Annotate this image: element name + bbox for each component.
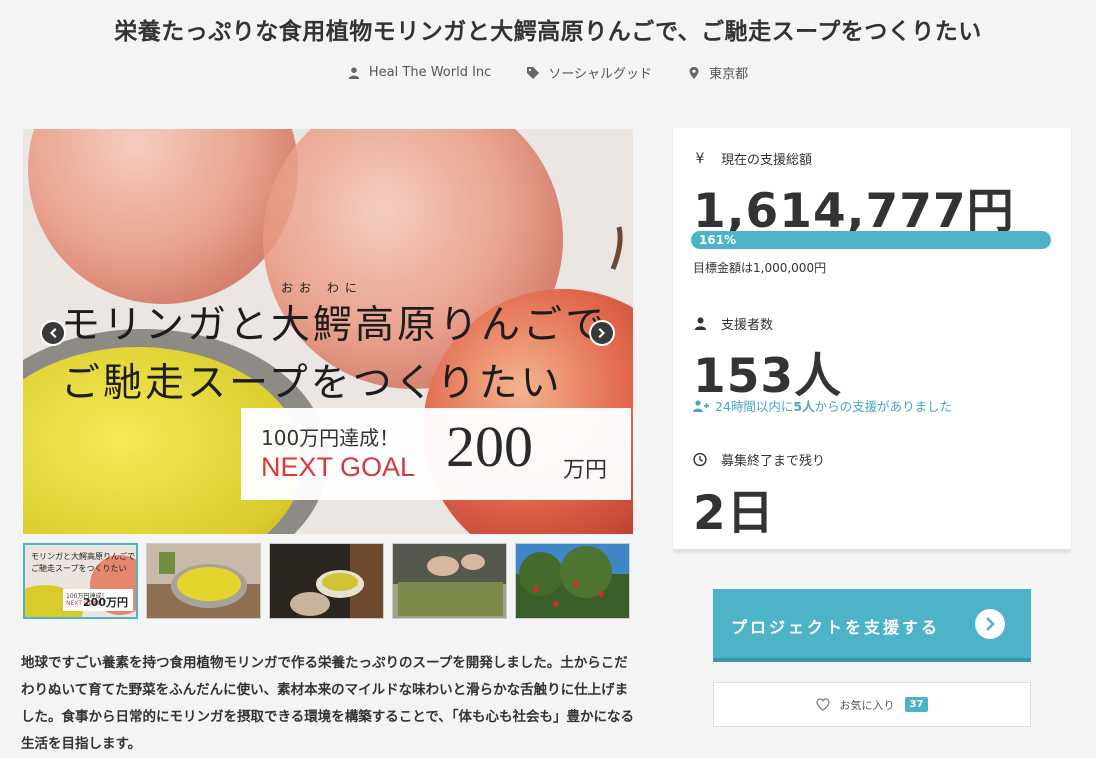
- project-meta: Heal The World Inc ソーシャルグッド 東京都: [0, 63, 1096, 82]
- total-label-row: ¥ 現在の支援総額: [693, 149, 813, 169]
- location-meta[interactable]: 東京都: [688, 63, 748, 82]
- hero-headline: モリンガと大鰐高原りんごで ご馳走スープをつくりたい: [61, 297, 607, 413]
- recent-prefix: 24時間以内に: [715, 399, 794, 414]
- recent-backers-note: 24時間以内に5人からの支援がありました: [693, 396, 952, 415]
- remaining-label-row: 募集終了まで残り: [693, 450, 825, 469]
- thumbnail-1-amount: 200万円: [83, 596, 128, 609]
- progress-label: 161%: [699, 233, 737, 247]
- location-name: 東京都: [709, 67, 749, 82]
- funding-progress-bar: 161%: [691, 231, 1051, 249]
- thumbnail-4-image: [393, 544, 506, 618]
- category-name: ソーシャルグッド: [548, 67, 653, 82]
- goal-amount-text: 目標金額は1,000,000円: [693, 261, 827, 275]
- thumbnail-3[interactable]: [269, 543, 384, 619]
- add-user-icon: [693, 399, 709, 412]
- thumbnail-1-goal: 100万円達成！ NEXT GOAL 200万円: [63, 589, 133, 611]
- hero-headline-line2: ご馳走スープをつくりたい: [61, 361, 563, 406]
- page-title: 栄養たっぷりな食用植物モリンガと大鰐高原りんごで、ご馳走スープをつくりたい: [114, 19, 982, 45]
- next-slide-button[interactable]: [589, 320, 615, 346]
- hero-image[interactable]: おお わに モリンガと大鰐高原りんごで ご馳走スープをつくりたい 100万円達成…: [23, 129, 633, 534]
- hero-headline-line1: モリンガと大鰐高原りんごで: [61, 303, 608, 348]
- next-goal-label: NEXT GOAL: [261, 452, 416, 482]
- stats-panel: ¥ 現在の支援総額 1,614,777円 161% 目標金額は1,000,000…: [673, 128, 1071, 552]
- chevron-right-icon: [598, 328, 605, 338]
- thumbnail-5-image: [516, 544, 629, 618]
- thumbnail-1[interactable]: モリンガと大鰐高原りんごで ご馳走スープをつくりたい 100万円達成！ NEXT…: [23, 543, 138, 619]
- tag-icon: [527, 66, 540, 79]
- prev-slide-button[interactable]: [40, 320, 66, 346]
- category-meta[interactable]: ソーシャルグッド: [527, 63, 652, 82]
- favorite-count-badge: 37: [904, 697, 929, 712]
- favorite-button[interactable]: お気に入り 37: [713, 682, 1031, 727]
- clock-icon: [693, 452, 707, 467]
- remaining-value: 2日: [693, 486, 775, 541]
- thumbnail-strip: モリンガと大鰐高原りんごで ご馳走スープをつくりたい 100万円達成！ NEXT…: [23, 543, 630, 619]
- thumbnail-3-image: [270, 544, 383, 618]
- recent-suffix: からの支援がありました: [814, 399, 953, 414]
- next-goal-unit: 万円: [563, 458, 608, 483]
- thumbnail-1-line2: ご馳走スープをつくりたい: [31, 564, 127, 573]
- thumbnail-2[interactable]: [146, 543, 261, 619]
- hero-ruby: おお わに: [281, 281, 363, 295]
- person-icon: [693, 317, 707, 331]
- backers-label-row: 支援者数: [693, 314, 773, 333]
- thumbnail-1-text: モリンガと大鰐高原りんごで ご馳走スープをつくりたい: [31, 551, 135, 575]
- heart-icon: [815, 698, 830, 711]
- next-goal-box: 100万円達成！ NEXT GOAL 200 万円: [241, 408, 631, 500]
- user-icon: [348, 66, 360, 79]
- backers-label: 支援者数: [721, 318, 774, 333]
- chevron-left-icon: [50, 328, 57, 338]
- remaining-label: 募集終了まで残り: [721, 454, 826, 469]
- thumbnail-4[interactable]: [392, 543, 507, 619]
- owner-meta[interactable]: Heal The World Inc: [348, 63, 491, 82]
- favorite-label: お気に入り: [839, 698, 895, 712]
- owner-name: Heal The World Inc: [368, 65, 492, 80]
- thumbnail-1-line1: モリンガと大鰐高原りんごで: [31, 552, 136, 561]
- goal-achieved: 100万円達成！: [261, 426, 400, 450]
- total-label: 現在の支援総額: [721, 153, 813, 168]
- next-goal-amount: 200: [446, 414, 533, 479]
- yen-icon: ¥: [695, 150, 705, 167]
- project-description: 地球ですごい養素を持つ食用植物モリンガで作る栄養たっぷりのスープを開発しました。…: [21, 655, 635, 752]
- support-project-button[interactable]: プロジェクトを支援する: [713, 589, 1031, 662]
- map-pin-icon: [689, 66, 699, 79]
- recent-count: 5人: [793, 399, 815, 414]
- thumbnail-2-image: [147, 544, 260, 618]
- support-button-label: プロジェクトを支援する: [731, 618, 941, 637]
- thumbnail-5[interactable]: [515, 543, 630, 619]
- arrow-right-circle-icon: [975, 609, 1005, 639]
